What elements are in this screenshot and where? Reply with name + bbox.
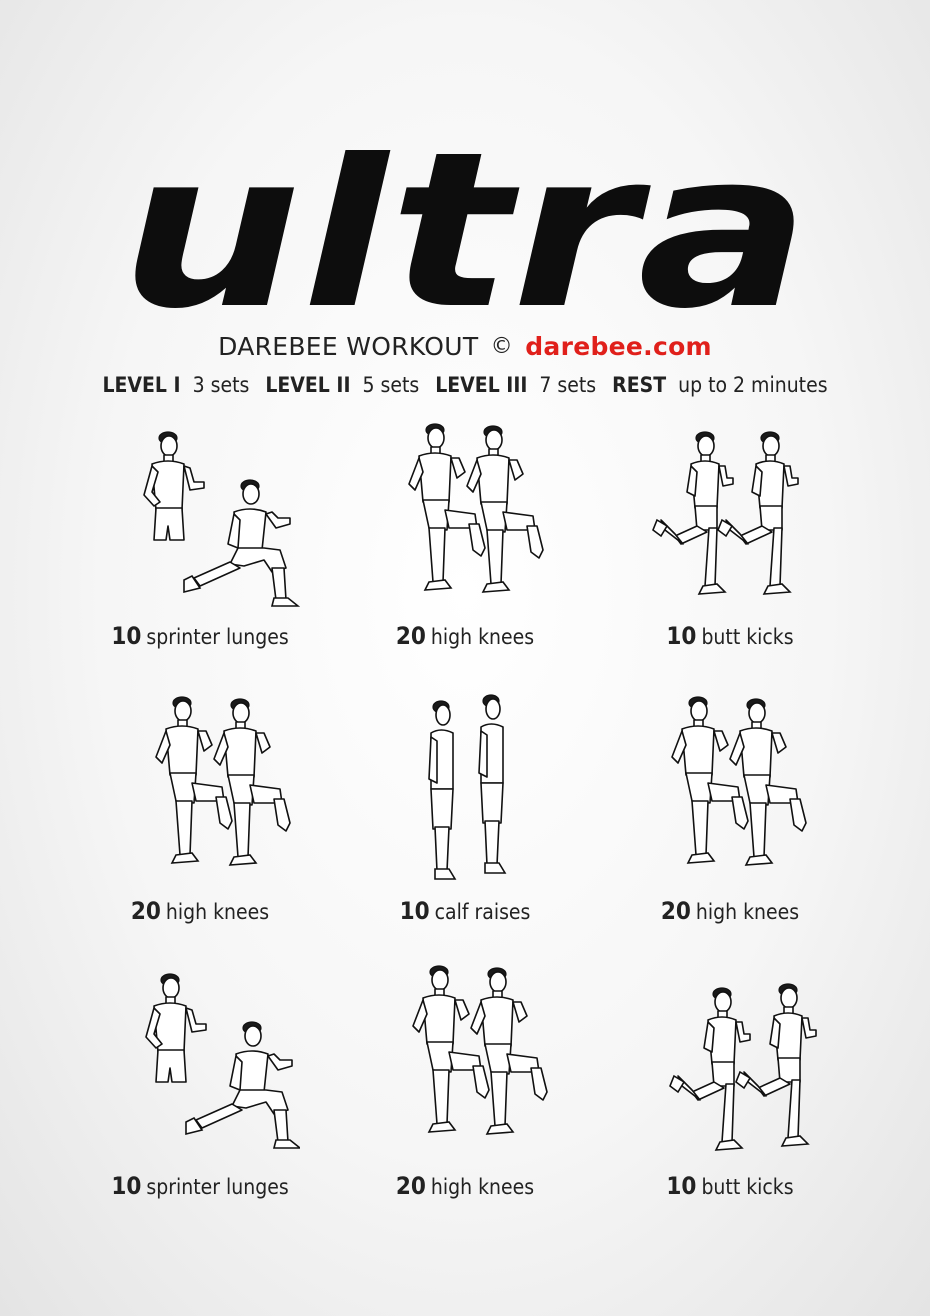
rest-label: REST [612, 373, 667, 397]
butt-kicks-icon [669, 983, 817, 1151]
exercise-card-4: 20 high knees [80, 685, 320, 945]
exercise-card-9: 10 butt kicks [610, 960, 850, 1220]
exercise-name: high knees [695, 900, 800, 924]
exercise-label-4: 20 high knees [80, 897, 320, 925]
exercise-label-5: 10 calf raises [345, 897, 585, 925]
exercise-reps: 10 [666, 622, 697, 650]
level-3-label: LEVEL III [435, 373, 528, 397]
rest-value: up to 2 minutes [678, 373, 828, 397]
level-1-label: LEVEL I [102, 373, 181, 397]
exercise-label-1: 10 sprinter lunges [80, 622, 320, 650]
title-text: ultra [120, 150, 810, 325]
exercise-name: sprinter lunges [146, 625, 289, 649]
exercise-card-8: 20 high knees [345, 960, 585, 1220]
exercise-label-7: 10 sprinter lunges [80, 1172, 320, 1200]
exercise-label-9: 10 butt kicks [610, 1172, 850, 1200]
exercise-name: high knees [430, 625, 535, 649]
high-knees-icon [671, 696, 807, 866]
butt-kicks-icon [652, 431, 799, 595]
workout-title: ultra [0, 150, 930, 325]
subtitle: DAREBEE WORKOUT © darebee.com [0, 332, 930, 361]
exercise-label-3: 10 butt kicks [610, 622, 850, 650]
calf-raise-icon [428, 694, 506, 880]
exercise-label-2: 20 high knees [345, 622, 585, 650]
exercise-card-6: 20 high knees [610, 685, 850, 945]
level-3-value: 7 sets [539, 373, 597, 397]
exercise-name: high knees [430, 1175, 535, 1199]
exercise-card-1: 10 sprinter lunges [80, 410, 320, 670]
exercise-reps: 20 [660, 897, 691, 925]
level-1-value: 3 sets [192, 373, 250, 397]
exercise-reps: 10 [111, 622, 142, 650]
exercise-name: butt kicks [701, 625, 794, 649]
high-knees-icon [408, 423, 544, 593]
exercise-reps: 10 [666, 1172, 697, 1200]
high-knees-icon [155, 696, 291, 866]
exercise-label-8: 20 high knees [345, 1172, 585, 1200]
exercise-label-6: 20 high knees [610, 897, 850, 925]
exercise-name: butt kicks [701, 1175, 794, 1199]
exercise-reps: 10 [111, 1172, 142, 1200]
subtitle-prefix: DAREBEE WORKOUT [218, 332, 479, 361]
levels-bar: LEVEL I 3 sets LEVEL II 5 sets LEVEL III… [0, 373, 930, 397]
exercise-name: high knees [165, 900, 270, 924]
sprinter-lunge-icon [143, 431, 299, 607]
level-2-value: 5 sets [362, 373, 420, 397]
exercise-name: sprinter lunges [146, 1175, 289, 1199]
exercise-reps: 20 [395, 1172, 426, 1200]
exercise-card-5: 10 calf raises [345, 685, 585, 945]
exercise-reps: 20 [130, 897, 161, 925]
exercise-card-7: 10 sprinter lunges [80, 960, 320, 1220]
exercise-reps: 10 [399, 897, 430, 925]
sprinter-lunge-icon [145, 973, 300, 1149]
exercise-name: calf raises [434, 900, 531, 924]
exercise-card-3: 10 butt kicks [610, 410, 850, 670]
copyright-icon: © [490, 334, 513, 359]
brand-link[interactable]: darebee.com [525, 332, 712, 361]
level-2-label: LEVEL II [265, 373, 351, 397]
exercise-reps: 20 [395, 622, 426, 650]
exercise-card-2: 20 high knees [345, 410, 585, 670]
high-knees-icon [412, 965, 548, 1135]
